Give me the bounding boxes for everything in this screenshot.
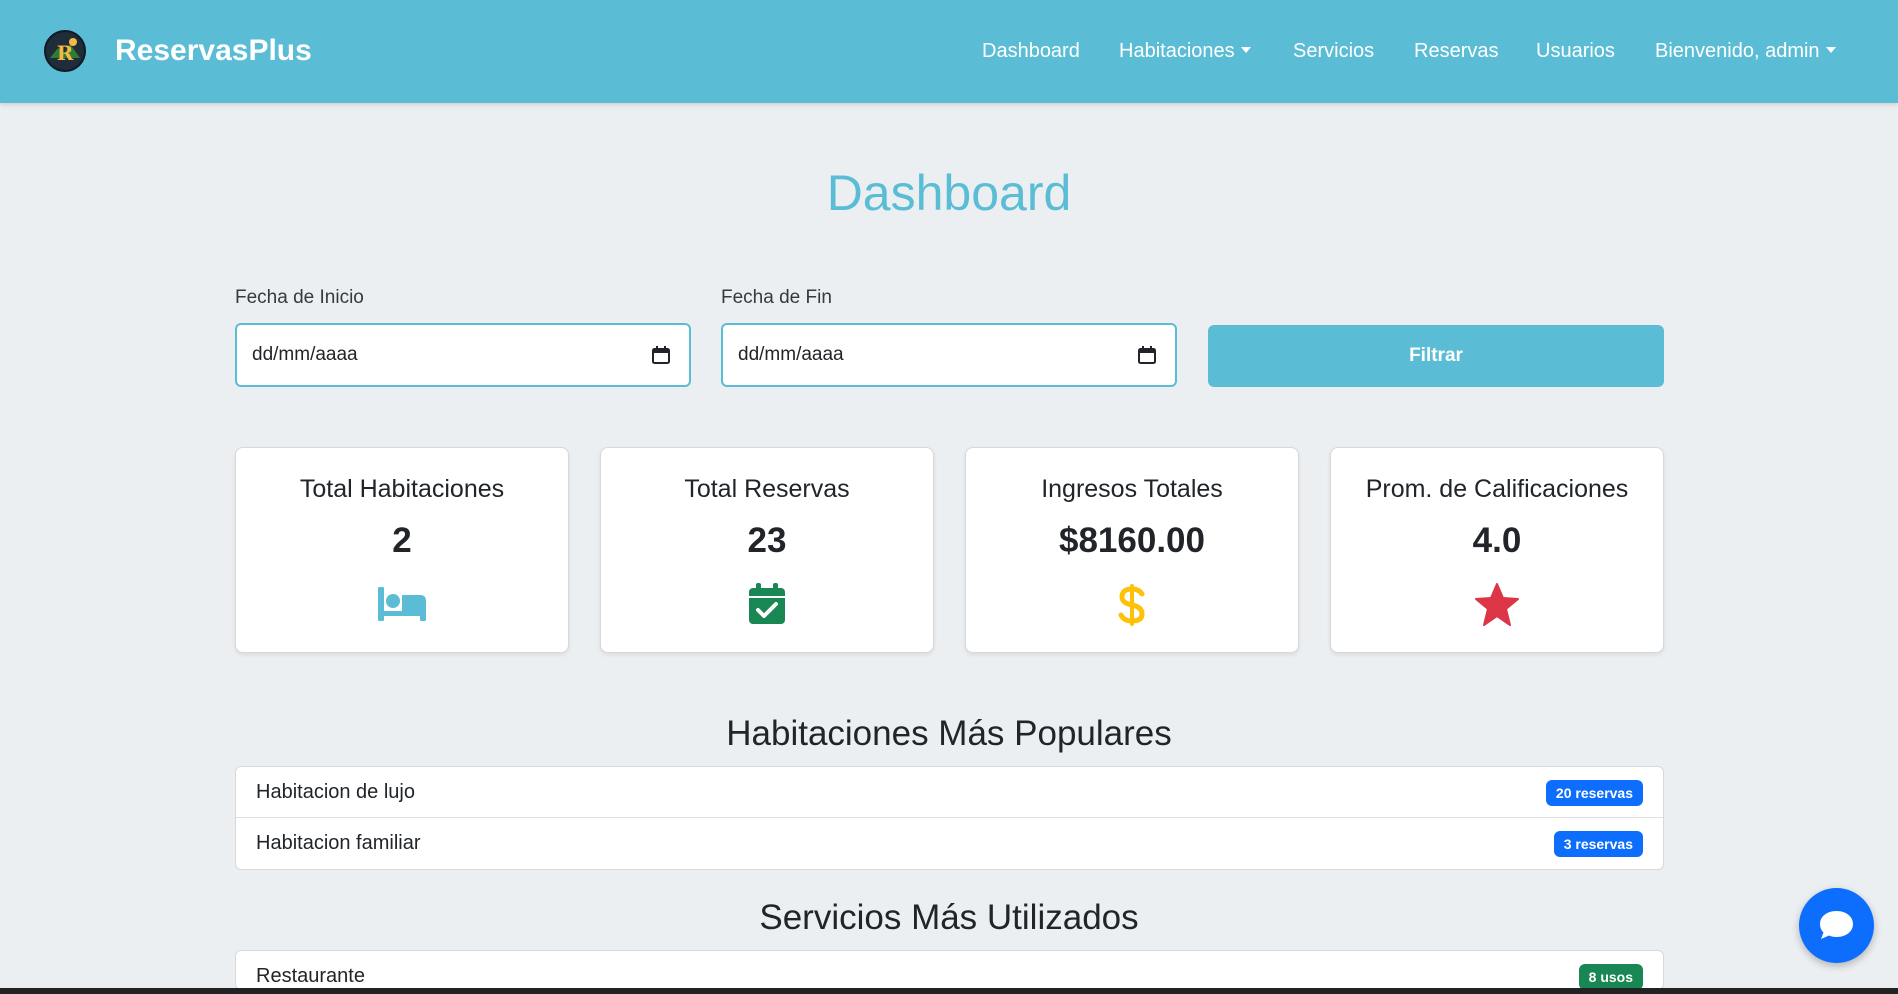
start-date-input[interactable]: dd/mm/aaaa <box>235 323 691 387</box>
nav-reservas[interactable]: Reservas <box>1414 37 1498 65</box>
popular-rooms-title: Habitaciones Más Populares <box>726 714 1172 753</box>
stat-card-total-habitaciones: Total Habitaciones 2 <box>235 447 569 653</box>
popular-rooms-list: Habitacion de lujo 20 reservas Habitacio… <box>235 766 1664 870</box>
calendar-icon[interactable] <box>1137 345 1157 365</box>
brand-logo-icon: R <box>47 33 83 69</box>
chevron-down-icon <box>1825 47 1836 53</box>
top-services-title: Servicios Más Utilizados <box>759 898 1139 937</box>
list-item: Habitacion familiar 3 reservas <box>236 818 1663 869</box>
top-services-list: Restaurante 8 usos <box>235 950 1664 990</box>
stat-value: 23 <box>747 521 787 560</box>
reservations-badge: 3 reservas <box>1553 831 1643 857</box>
stat-card-total-reservas: Total Reservas 23 <box>600 447 934 653</box>
end-date-input[interactable]: dd/mm/aaaa <box>721 323 1177 387</box>
brand-logo[interactable]: R <box>44 30 86 72</box>
stat-value: $8160.00 <box>1059 521 1205 560</box>
end-date-value: dd/mm/aaaa <box>738 344 844 365</box>
brand-name[interactable]: ReservasPlus <box>115 33 312 69</box>
list-item: Restaurante 8 usos <box>236 951 1663 989</box>
user-menu-dropdown[interactable]: Bienvenido, admin <box>1655 37 1836 65</box>
end-date-label: Fecha de Fin <box>721 287 832 308</box>
nav-servicios[interactable]: Servicios <box>1293 37 1374 65</box>
stat-label: Ingresos Totales <box>1041 475 1223 503</box>
room-name: Habitacion familiar <box>256 832 421 854</box>
list-item: Habitacion de lujo 20 reservas <box>236 767 1663 818</box>
stat-card-ingresos-totales: Ingresos Totales $8160.00 <box>965 447 1299 653</box>
stat-card-prom-calificaciones: Prom. de Calificaciones 4.0 <box>1330 447 1664 653</box>
nav-dashboard[interactable]: Dashboard <box>982 37 1080 65</box>
calendar-icon[interactable] <box>651 345 671 365</box>
nav-usuarios[interactable]: Usuarios <box>1536 37 1615 65</box>
star-icon <box>1475 583 1519 626</box>
calendar-check-icon <box>749 583 785 624</box>
nav-habitaciones-dropdown[interactable]: Habitaciones <box>1119 37 1251 65</box>
filter-button[interactable]: Filtrar <box>1208 325 1664 387</box>
stat-value: 2 <box>392 521 412 560</box>
service-name: Restaurante <box>256 965 365 987</box>
chat-bubble-icon <box>1820 911 1853 939</box>
room-name: Habitacion de lujo <box>256 781 415 803</box>
page-title: Dashboard <box>826 165 1072 221</box>
start-date-value: dd/mm/aaaa <box>252 344 358 365</box>
start-date-label: Fecha de Inicio <box>235 287 364 308</box>
chevron-down-icon <box>1240 47 1251 53</box>
svg-text:R: R <box>57 41 74 65</box>
stat-label: Total Reservas <box>684 475 850 503</box>
nav-habitaciones-label: Habitaciones <box>1119 40 1235 62</box>
bed-icon <box>378 587 426 621</box>
dollar-icon <box>1118 584 1145 626</box>
usage-badge: 8 usos <box>1578 964 1643 989</box>
reservations-badge: 20 reservas <box>1545 780 1643 806</box>
bottom-edge <box>0 988 1898 994</box>
stat-label: Total Habitaciones <box>299 475 505 503</box>
stat-label: Prom. de Calificaciones <box>1365 475 1629 503</box>
stat-value: 4.0 <box>1472 521 1522 560</box>
navbar: R ReservasPlus Dashboard Habitaciones Se… <box>0 0 1898 103</box>
user-menu-label: Bienvenido, admin <box>1655 40 1820 62</box>
chat-button[interactable] <box>1799 888 1874 963</box>
